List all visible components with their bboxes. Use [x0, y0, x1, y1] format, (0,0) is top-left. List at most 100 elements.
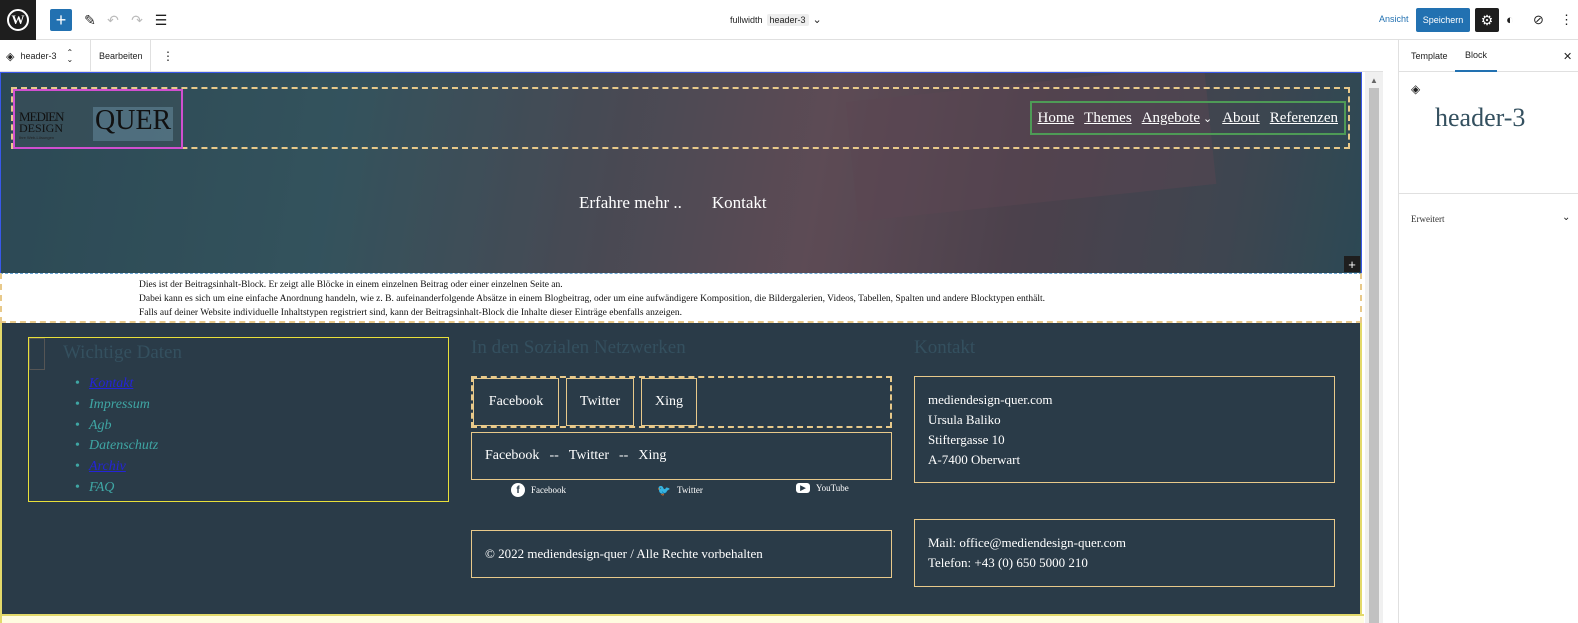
chevron-down-icon: ⌄ — [1202, 112, 1213, 125]
footer-block[interactable]: Wichtige Daten Kontakt Impressum Agb Dat… — [0, 323, 1364, 623]
pen-tool-icon[interactable]: ✎ — [80, 9, 100, 31]
settings-sidebar: Template Block ✕ ◈ header-3 Erweitert ⌄ — [1398, 40, 1578, 623]
block-parent-selector[interactable]: ◈ header-3 ⌃ ⌄ — [6, 40, 73, 72]
list-item[interactable]: Datenschutz — [75, 438, 158, 459]
block-options-icon[interactable]: ⋮ — [162, 40, 174, 72]
scroll-up-arrow-icon[interactable]: ▲ — [1365, 72, 1383, 88]
template-part-tag: header-3 — [766, 13, 809, 26]
column-handle[interactable] — [29, 338, 45, 370]
chevron-down-icon: ⌄ — [812, 14, 822, 26]
facebook-icon: f — [511, 483, 525, 497]
contact-heading: Kontakt — [914, 337, 976, 358]
post-content-block[interactable]: Dies ist der Beitragsinhalt-Block. Er ze… — [0, 273, 1362, 323]
document-title[interactable]: fullwidth header-3 ⌄ — [730, 13, 822, 26]
xing-link[interactable]: Xing — [638, 448, 666, 464]
separator: -- — [619, 448, 629, 463]
nav-item-angebote-label: Angebote — [1141, 109, 1200, 126]
block-part-label: header-3 — [20, 51, 57, 61]
post-content-line: Dabei kann es sich um eine einfache Anor… — [139, 294, 1046, 304]
twitter-label: Twitter — [677, 485, 703, 495]
contact-details-box: Mail: office@mediendesign-quer.com Telef… — [914, 519, 1335, 587]
list-item[interactable]: Archiv — [75, 459, 158, 480]
template-part-icon: ◈ — [6, 50, 15, 63]
learn-more-link[interactable]: Erfahre mehr .. — [579, 193, 682, 213]
list-item[interactable]: FAQ — [75, 480, 158, 501]
wordpress-logo-button[interactable]: W — [0, 0, 36, 40]
advanced-panel-toggle[interactable]: Erweitert — [1411, 214, 1444, 224]
twitter-social-link[interactable]: 🐦 Twitter — [657, 483, 703, 497]
facebook-button[interactable]: Facebook — [473, 378, 559, 426]
xing-button[interactable]: Xing — [641, 378, 697, 426]
facebook-label: Facebook — [531, 485, 566, 495]
twitter-icon: 🐦 — [657, 484, 671, 497]
editor-canvas: MEDIEN DESIGN QUER Ihre Web-Lösungen Hom… — [0, 72, 1365, 623]
address-box: mediendesign-quer.com Ursula Baliko Stif… — [914, 376, 1335, 483]
settings-gear-icon[interactable]: ⚙ — [1475, 8, 1499, 32]
list-view-icon[interactable]: ☰ — [152, 9, 170, 31]
phone-line: Telefon: +43 (0) 650 5000 210 — [928, 555, 1088, 570]
list-item[interactable]: Kontakt — [75, 376, 158, 397]
view-button[interactable]: Ansicht — [1379, 14, 1409, 24]
tab-block[interactable]: Block — [1455, 40, 1498, 72]
address-line: Ursula Baliko — [928, 412, 1001, 427]
site-logo[interactable]: MEDIEN DESIGN QUER Ihre Web-Lösungen — [13, 89, 183, 149]
important-links-list: Kontakt Impressum Agb Datenschutz Archiv… — [75, 376, 158, 501]
logo-line-2: DESIGN — [19, 121, 63, 135]
post-content-line: Dies ist der Beitragsinhalt-Block. Er ze… — [139, 280, 563, 290]
edit-button[interactable]: Bearbeiten — [99, 40, 143, 72]
options-more-icon[interactable]: ⋮ — [1560, 12, 1573, 28]
important-data-heading: Wichtige Daten — [63, 342, 182, 363]
canvas-scrollbar[interactable]: ▲ — [1365, 72, 1383, 623]
nav-item-home[interactable]: Home — [1038, 110, 1075, 127]
tab-template[interactable]: Template — [1411, 40, 1448, 72]
editor-top-bar: W + ✎ ↶ ↷ ☰ fullwidth header-3 ⌄ Ansicht… — [0, 0, 1578, 40]
header-cover-block[interactable]: MEDIEN DESIGN QUER Ihre Web-Lösungen Hom… — [0, 72, 1362, 274]
block-toolbar: ◈ header-3 ⌃ ⌄ Bearbeiten ⋮ — [0, 40, 1383, 72]
block-title: header-3 — [1435, 103, 1526, 132]
email-line[interactable]: Mail: office@mediendesign-quer.com — [928, 533, 1321, 553]
address-line: Stiftergasse 10 — [928, 432, 1005, 447]
styles-half-circle-icon[interactable]: ◐ — [1506, 12, 1514, 27]
social-text-links: Facebook -- Twitter -- Xing — [471, 432, 892, 480]
nav-item-referenzen[interactable]: Referenzen — [1270, 110, 1338, 127]
address-line: mediendesign-quer.com — [928, 392, 1053, 407]
social-heading: In den Sozialen Netzwerken — [471, 337, 686, 358]
social-buttons-group[interactable]: Facebook Twitter Xing — [471, 376, 892, 428]
scrollbar-thumb[interactable] — [1369, 88, 1379, 623]
separator: -- — [549, 448, 559, 463]
undo-icon[interactable]: ↶ — [104, 9, 122, 31]
logo-text-quer: QUER — [95, 105, 172, 136]
twitter-link[interactable]: Twitter — [569, 448, 609, 464]
list-item[interactable]: Agb — [75, 418, 158, 439]
add-block-inline-button[interactable]: + — [1344, 256, 1360, 272]
template-part-icon: ◈ — [1411, 82, 1421, 96]
wordpress-icon: W — [7, 9, 29, 31]
sidebar-tabs: Template Block ✕ — [1399, 40, 1578, 72]
chevron-down-icon[interactable]: ⌄ — [1562, 212, 1570, 223]
youtube-icon: ▶ — [796, 483, 810, 493]
youtube-social-link[interactable]: ▶ YouTube — [796, 483, 849, 493]
facebook-social-link[interactable]: f Facebook — [511, 483, 566, 497]
redo-icon[interactable]: ↷ — [128, 9, 146, 31]
hero-links: Erfahre mehr .. Kontakt — [579, 193, 767, 213]
nav-item-themes[interactable]: Themes — [1084, 110, 1131, 127]
facebook-link[interactable]: Facebook — [485, 448, 539, 464]
social-icons-row: f Facebook 🐦 Twitter ▶ YouTube — [471, 483, 892, 503]
add-block-button[interactable]: + — [50, 9, 72, 31]
nav-item-angebote[interactable]: Angebote ⌄ — [1142, 110, 1213, 127]
move-updown-icon[interactable]: ⌃ ⌄ — [67, 49, 74, 64]
logo-tagline: Ihre Web-Lösungen — [19, 135, 55, 140]
template-name: fullwidth — [730, 14, 763, 25]
contact-link[interactable]: Kontakt — [712, 193, 767, 213]
twitter-button[interactable]: Twitter — [566, 378, 634, 426]
youtube-label: YouTube — [816, 483, 849, 493]
nav-item-about[interactable]: About — [1222, 110, 1260, 127]
header-row[interactable]: MEDIEN DESIGN QUER Ihre Web-Lösungen Hom… — [11, 87, 1350, 149]
compass-icon[interactable]: ⊘ — [1533, 12, 1544, 28]
close-icon[interactable]: ✕ — [1563, 40, 1572, 72]
save-button[interactable]: Speichern — [1416, 8, 1470, 32]
main-navigation: Home Themes Angebote ⌄ About Referenzen — [1029, 101, 1346, 135]
address-line: A-7400 Oberwart — [928, 452, 1021, 467]
list-item[interactable]: Impressum — [75, 397, 158, 418]
footer-column-important[interactable]: Wichtige Daten Kontakt Impressum Agb Dat… — [28, 337, 449, 502]
